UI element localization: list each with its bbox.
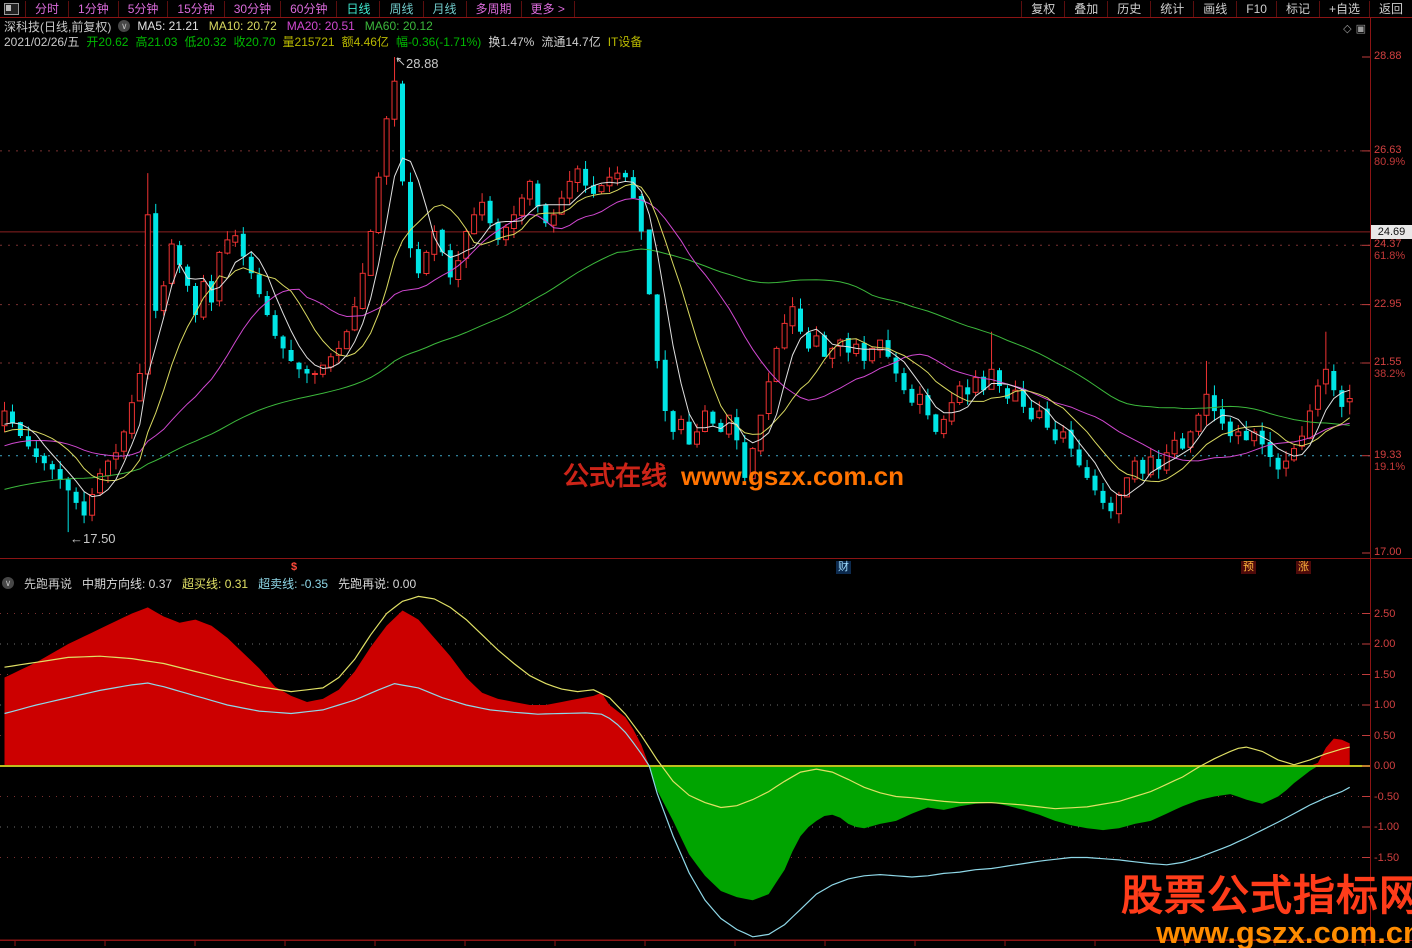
window-icon[interactable] [4,3,19,15]
menu-item-3[interactable]: 15分钟 [168,1,224,17]
watermark-site-name: 股票公式指标网 [1121,875,1412,917]
quote-field: 流通14.7亿 [541,33,600,50]
tool-item-叠加[interactable]: 叠加 [1064,1,1107,17]
menu-item-6[interactable]: 日线 [337,1,380,17]
ma-value: MA10: 20.72 [209,19,277,33]
indicator-axis-label: 2.50 [1374,608,1395,620]
tool-item-画线[interactable]: 画线 [1193,1,1236,17]
chevron-circle-icon[interactable]: ∨ [118,20,130,32]
indicator-axis-label: 2.00 [1374,638,1395,650]
trading-app: { "palette":{"menu_magenta":"#db6bdb","m… [0,0,1412,948]
watermark-bottom-right: 股票公式指标网 www.gszx.com.cn [1121,875,1412,948]
quote-field: 低20.32 [184,33,226,50]
quote-field: 2021/02/26/五 [4,33,79,50]
quote-field: 幅-0.36(-1.71%) [396,33,481,50]
tool-item-F10[interactable]: F10 [1236,1,1276,17]
menu-item-1[interactable]: 1分钟 [69,1,119,17]
diamond-icon[interactable]: ◇ [1343,23,1355,35]
quote-field: 开20.62 [86,33,128,50]
quote-field: 收20.70 [234,33,276,50]
watermark-site-url: www.gszx.com.cn [1121,917,1412,948]
tools-menu: 复权叠加历史统计画线F10标记+自选返回 [1021,0,1412,17]
stock-title[interactable]: 深科技(日线,前复权) [4,18,111,35]
indicator-axis-label: 0.00 [1374,760,1395,772]
ma-value: MA20: 20.51 [287,19,355,33]
event-marker-涨[interactable]: 涨 [1296,561,1311,574]
quote-field: 高21.03 [135,33,177,50]
menu-item-10[interactable]: 更多 > [522,1,575,17]
chevron-circle-icon[interactable]: ∨ [2,577,14,589]
top-menubar: 分时1分钟5分钟15分钟30分钟60分钟日线周线月线多周期更多 > 复权叠加历史… [0,0,1412,18]
right-axis-line [1370,17,1371,940]
indicator-axis-label: 1.50 [1374,669,1395,681]
menu-item-4[interactable]: 30分钟 [225,1,281,17]
menu-item-5[interactable]: 60分钟 [281,1,337,17]
quote-field: 换1.47% [488,33,534,50]
ma-value: MA60: 20.12 [365,19,433,33]
price-label: 17.00 [1374,546,1402,558]
tool-item-历史[interactable]: 历史 [1107,1,1150,17]
event-marker-预[interactable]: 预 [1241,561,1256,574]
watermark-cn: 公式在线 [563,461,667,491]
indicator-value: 超卖线: -0.35 [258,575,328,592]
tool-item-返回[interactable]: 返回 [1369,1,1412,17]
menu-item-7[interactable]: 周线 [380,1,423,17]
indicator-value: 先跑再说: 0.00 [338,575,416,592]
menu-item-9[interactable]: 多周期 [467,1,522,17]
watermark-center: 公式在线 www.gszx.com.cn [563,456,904,493]
svg-text:←17.50: ←17.50 [70,531,116,546]
indicator-axis-label: -1.50 [1374,852,1399,864]
ma-values: MA5: 21.21 MA10: 20.72 MA20: 20.51 MA60: 20… [137,19,443,33]
panel-layout-icon[interactable]: ▣ [1356,23,1370,35]
price-label: 19.3319.1% [1374,449,1405,473]
menu-item-2[interactable]: 5分钟 [119,1,169,17]
ma-value: MA5: 21.21 [137,19,198,33]
event-marker-财[interactable]: 财 [836,561,851,574]
tool-item-+自选[interactable]: +自选 [1319,1,1369,17]
svg-text:28.88: 28.88 [406,56,439,71]
stock-info-row: 深科技(日线,前复权) ∨ MA5: 21.21 MA10: 20.72 MA20:… [4,19,450,33]
indicator-header: ∨ 先跑再说中期方向线: 0.37 超买线: 0.31 超卖线: -0.35 先跑再说… [2,575,426,591]
tool-item-统计[interactable]: 统计 [1150,1,1193,17]
quote-field: 额4.46亿 [342,33,389,50]
price-label: 28.88 [1374,50,1402,62]
menu-item-0[interactable]: 分时 [26,1,69,17]
watermark-url: www.gszx.com.cn [681,461,904,491]
current-price-box: 24.69 [1371,225,1412,239]
indicator-value: 先跑再说 [24,575,72,592]
indicator-value: 超买线: 0.31 [182,575,248,592]
quote-field: IT设备 [608,33,643,50]
indicator-value: 中期方向线: 0.37 [82,575,172,592]
indicator-axis-label: 1.00 [1374,699,1395,711]
tool-item-复权[interactable]: 复权 [1021,1,1064,17]
indicator-axis-label: -0.50 [1374,791,1399,803]
price-label: 26.6380.9% [1374,144,1405,168]
timeline-marker-strip: $ 财 预 涨 [0,558,1412,576]
indicator-axis-label: -1.00 [1374,821,1399,833]
price-label: 22.95 [1374,298,1402,310]
price-label: 21.5538.2% [1374,356,1405,380]
indicator-axis-label: 0.50 [1374,730,1395,742]
quote-field: 量215721 [283,33,335,50]
tool-item-标记[interactable]: 标记 [1276,1,1319,17]
event-marker-$[interactable]: $ [289,561,299,574]
period-menu: 分时1分钟5分钟15分钟30分钟60分钟日线周线月线多周期更多 > [25,1,575,17]
menu-item-8[interactable]: 月线 [424,1,467,17]
quote-info-row: 2021/02/26/五开20.62 高21.03 低20.32 收20.70 量215… [4,34,649,49]
price-label: 24.3761.8% [1374,238,1405,262]
chart-window-controls[interactable]: ◇▣ [1343,22,1370,35]
